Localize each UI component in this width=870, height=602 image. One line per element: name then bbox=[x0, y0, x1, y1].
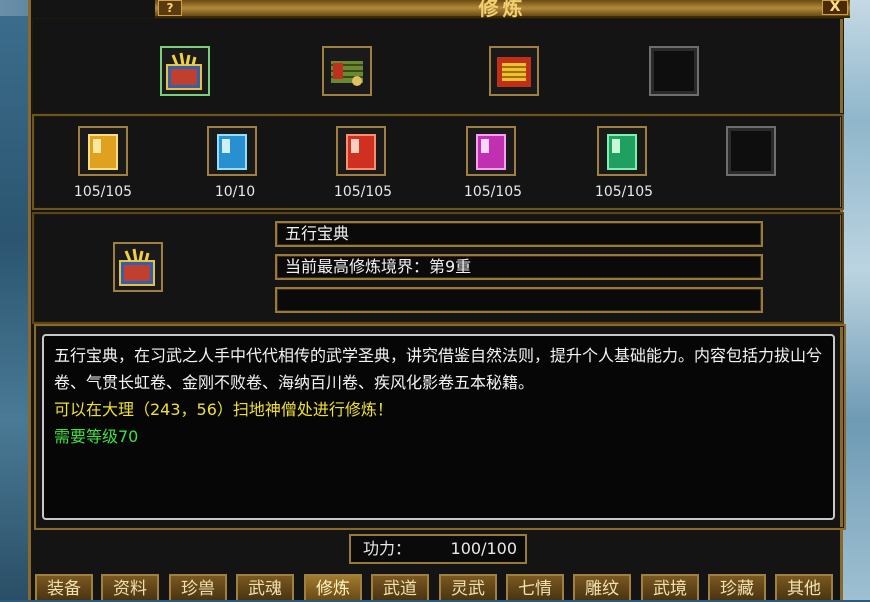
empty-slot-top[interactable] bbox=[649, 46, 699, 96]
power-display: 功力： 100/100 bbox=[349, 534, 527, 564]
golden-scroll-icon[interactable] bbox=[489, 46, 539, 96]
selected-book-icon bbox=[113, 242, 163, 292]
tab-equipment[interactable]: 装备 bbox=[35, 574, 93, 600]
blue-book-count: 10/10 bbox=[214, 184, 256, 200]
level-requirement-text: 需要等级70 bbox=[54, 427, 139, 446]
description-text: 五行宝典，在习武之人手中代代相传的武学圣典，讲究借鉴自然法则，提升个人基础能力。… bbox=[54, 346, 823, 392]
scroll-book-icon[interactable] bbox=[160, 46, 210, 96]
skill-name-field: 五行宝典 bbox=[275, 221, 763, 247]
red-book-art bbox=[346, 134, 376, 170]
yellow-book-icon[interactable] bbox=[78, 126, 128, 176]
green-book-count: 105/105 bbox=[594, 184, 654, 200]
blue-book-art bbox=[217, 134, 247, 170]
purple-book-count: 105/105 bbox=[463, 184, 523, 200]
red-book-count: 105/105 bbox=[333, 184, 393, 200]
tab-cultivation[interactable]: 修炼 bbox=[304, 574, 362, 600]
golden-scroll-art bbox=[497, 57, 531, 87]
bamboo-scroll-art bbox=[331, 61, 363, 86]
top-skill-row bbox=[32, 18, 844, 114]
tab-martial-way[interactable]: 武道 bbox=[371, 574, 429, 600]
tab-martial-realm[interactable]: 武境 bbox=[641, 574, 699, 600]
blue-book-icon[interactable] bbox=[207, 126, 257, 176]
skill-extra-field bbox=[275, 287, 763, 313]
tab-emotions[interactable]: 七情 bbox=[506, 574, 564, 600]
empty-slot-book[interactable] bbox=[726, 126, 776, 176]
purple-book-art bbox=[476, 134, 506, 170]
tab-profile[interactable]: 资料 bbox=[101, 574, 159, 600]
bottom-tabs: 装备 资料 珍兽 武魂 修炼 武道 灵武 七情 雕纹 武境 珍藏 其他 bbox=[32, 574, 844, 600]
tab-other[interactable]: 其他 bbox=[775, 574, 833, 600]
background-right bbox=[842, 0, 870, 600]
tab-engraving[interactable]: 雕纹 bbox=[573, 574, 631, 600]
red-book-icon[interactable] bbox=[336, 126, 386, 176]
close-button[interactable]: X bbox=[822, 0, 848, 15]
book-row bbox=[32, 114, 844, 210]
yellow-book-art bbox=[88, 134, 118, 170]
background-left bbox=[0, 0, 30, 600]
power-value: 100/100 bbox=[450, 539, 517, 558]
power-label: 功力： bbox=[363, 539, 412, 558]
tab-martial-soul[interactable]: 武魂 bbox=[236, 574, 294, 600]
scroll-book-art bbox=[166, 52, 202, 90]
bamboo-scroll-icon[interactable] bbox=[322, 46, 372, 96]
skill-level-field: 当前最高修炼境界：第9重 bbox=[275, 254, 763, 280]
purple-book-icon[interactable] bbox=[466, 126, 516, 176]
help-button[interactable]: ? bbox=[158, 0, 182, 16]
tab-collection[interactable]: 珍藏 bbox=[708, 574, 766, 600]
title-bar[interactable]: 修炼 bbox=[155, 0, 850, 20]
green-book-icon[interactable] bbox=[597, 126, 647, 176]
selected-book-art bbox=[119, 248, 155, 286]
yellow-book-count: 105/105 bbox=[73, 184, 133, 200]
description-box: 五行宝典，在习武之人手中代代相传的武学圣典，讲究借鉴自然法则，提升个人基础能力。… bbox=[42, 334, 835, 520]
training-location-text: 可以在大理（243，56）扫地神僧处进行修炼！ bbox=[54, 400, 393, 419]
tab-spirit-weapon[interactable]: 灵武 bbox=[439, 574, 497, 600]
tab-pet[interactable]: 珍兽 bbox=[169, 574, 227, 600]
green-book-art bbox=[607, 134, 637, 170]
